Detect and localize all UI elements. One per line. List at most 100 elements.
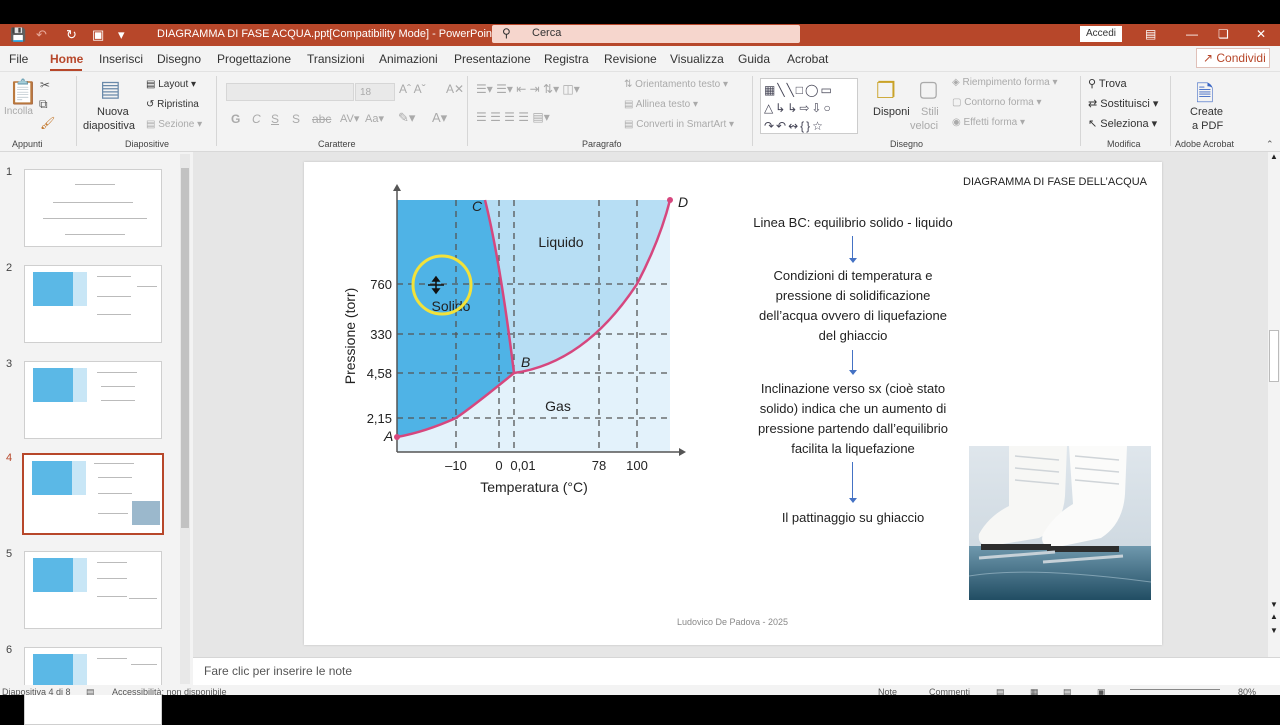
paste-label[interactable]: Incolla [4,106,33,117]
select-button[interactable]: ↖ Seleziona ▾ [1088,117,1157,130]
copy-icon[interactable]: ⧉ [39,97,48,112]
grow-font-icon[interactable]: Aˆ Aˇ [399,82,426,96]
point-a-label: A [383,428,393,444]
arrow-head-icon [849,258,857,263]
char-spacing-icon[interactable]: AV▾ [340,112,359,125]
next-slide-icon[interactable]: ▼ [1270,626,1278,635]
strikethrough-icon[interactable]: abc [312,112,331,126]
layout-button[interactable]: ▤ Layout ▾ [146,79,196,90]
tab-animations[interactable]: Animazioni [379,52,438,66]
shape-effects-button[interactable]: ◉ Effetti forma ▾ [952,117,1025,128]
slide-sorter-icon[interactable]: ▦ [1030,687,1039,695]
tab-draw[interactable]: Disegno [157,52,201,66]
normal-view-icon[interactable]: ▤ [996,687,1005,695]
font-color-icon[interactable]: A▾ [432,110,447,126]
new-slide-icon[interactable]: ▤ [100,76,121,102]
present-icon[interactable]: ▣ [92,27,104,43]
create-pdf-label[interactable]: Create [1190,106,1223,118]
text-direction-button[interactable]: ⇅ Orientamento testo ▾ [624,79,728,90]
cut-icon[interactable]: ✂ [40,78,50,92]
paste-icon[interactable]: 📋 [8,78,38,107]
quick-styles-label-2[interactable]: veloci [910,120,938,132]
point-d-label: D [678,194,688,210]
bold-icon[interactable]: G [231,112,240,126]
scroll-thumb[interactable] [181,168,189,528]
thumb-line [97,578,127,579]
slide-thumbnail-3[interactable] [24,361,162,439]
share-button[interactable]: ↗ Condividi [1196,48,1270,68]
tab-home[interactable]: Home [50,52,83,66]
slideshow-icon[interactable]: ▣ [1097,687,1106,695]
customize-qat-icon[interactable]: ▾ [118,27,125,43]
bullets-icon[interactable]: ☰▾ ☰▾ ⇤ ⇥ ⇅▾ ◫▾ [476,82,580,96]
tab-insert[interactable]: Inserisci [99,52,143,66]
quick-styles-label[interactable]: Stili [921,106,939,118]
font-name-box[interactable] [226,83,354,101]
slide-thumbnail-5[interactable] [24,551,162,629]
arrange-icon[interactable]: ❐ [876,78,896,104]
italic-icon[interactable]: C [252,112,261,126]
scroll-thumb[interactable] [1269,330,1279,382]
zoom-slider[interactable] [1130,689,1220,690]
section-button[interactable]: ▤ Sezione ▾ [146,119,202,130]
tab-slideshow[interactable]: Presentazione [454,52,531,66]
shapes-gallery[interactable]: ▦╲╲□◯▭ △↳↳⇨⇩○ ↷↶↭{}☆ [760,78,858,134]
comments-toggle[interactable]: Commenti [929,687,970,695]
shape-fill-button[interactable]: ◈ Riempimento forma ▾ [952,77,1058,88]
new-slide-label[interactable]: Nuova [97,106,129,118]
tab-design[interactable]: Progettazione [217,52,291,66]
align-text-button[interactable]: ▤ Allinea testo ▾ [624,99,698,110]
slide-thumbnail-2[interactable] [24,265,162,343]
notes-toggle[interactable]: Note [878,687,897,695]
accessibility-status[interactable]: Accessibilità: non disponibile [112,687,227,695]
tab-help[interactable]: Guida [738,52,770,66]
font-size-box[interactable]: 18 [355,83,395,101]
notes-pane[interactable]: Fare clic per inserire le note [193,657,1280,685]
undo-icon[interactable]: ↶ [36,27,47,43]
redo-icon[interactable]: ↻ [66,27,77,43]
minimize-icon[interactable]: — [1186,27,1198,41]
find-button[interactable]: ⚲ Trova [1088,77,1127,90]
new-slide-label-2[interactable]: diapositiva [83,120,135,132]
arrange-label[interactable]: Disponi [873,106,910,118]
y-axis-arrow [393,184,401,191]
slide-thumbnail-1[interactable] [24,169,162,247]
close-icon[interactable]: ✕ [1256,27,1266,41]
quick-styles-icon[interactable]: ▢ [918,76,939,102]
reset-button[interactable]: ↺ Ripristina [146,99,199,110]
create-pdf-label-2[interactable]: a PDF [1192,120,1223,132]
previous-slide-icon[interactable]: ▲ [1270,612,1278,621]
shadow-icon[interactable]: S [292,112,300,126]
shape-outline-button[interactable]: ▢ Contorno forma ▾ [952,97,1042,108]
scroll-up-icon[interactable]: ▲ [1270,152,1278,161]
collapse-ribbon-icon[interactable]: ⌃ [1266,139,1274,150]
signin-button[interactable]: Accedi [1080,26,1122,42]
search-placeholder: Cerca [532,27,562,39]
tab-file[interactable]: File [9,52,28,66]
smartart-button[interactable]: ▤ Converti in SmartArt ▾ [624,119,734,130]
save-icon[interactable]: 💾 [10,27,26,43]
align-icons[interactable]: ☰ ☰ ☰ ☰ ▤▾ [476,110,550,124]
tab-acrobat[interactable]: Acrobat [787,52,828,66]
thumbnail-scrollbar[interactable] [180,154,190,684]
reading-view-icon[interactable]: ▤ [1063,687,1072,695]
spellcheck-icon[interactable]: ▤ [86,687,95,695]
zoom-level[interactable]: 80% [1238,687,1256,695]
underline-icon[interactable]: S [271,112,279,126]
scroll-down-icon[interactable]: ▼ [1270,600,1278,609]
slide-vertical-scrollbar[interactable]: ▲ ▼ ▲ ▼ [1268,152,1280,657]
slide-thumbnail-4[interactable] [22,453,164,535]
highlight-icon[interactable]: ✎▾ [398,110,415,126]
tab-review[interactable]: Revisione [604,52,657,66]
tab-record[interactable]: Registra [544,52,589,66]
tab-transitions[interactable]: Transizioni [307,52,365,66]
clear-format-icon[interactable]: A✕ [446,82,464,96]
maximize-icon[interactable]: ❏ [1218,27,1229,41]
search-box[interactable]: ⚲ Cerca [492,25,800,43]
tab-view[interactable]: Visualizza [670,52,724,66]
replace-button[interactable]: ⇄ Sostituisci ▾ [1088,97,1158,110]
ribbon-display-icon[interactable]: ▤ [1145,27,1156,41]
change-case-icon[interactable]: Aa▾ [365,112,384,125]
format-painter-icon[interactable]: 🖌 [40,116,55,130]
thumb-line [98,513,128,514]
